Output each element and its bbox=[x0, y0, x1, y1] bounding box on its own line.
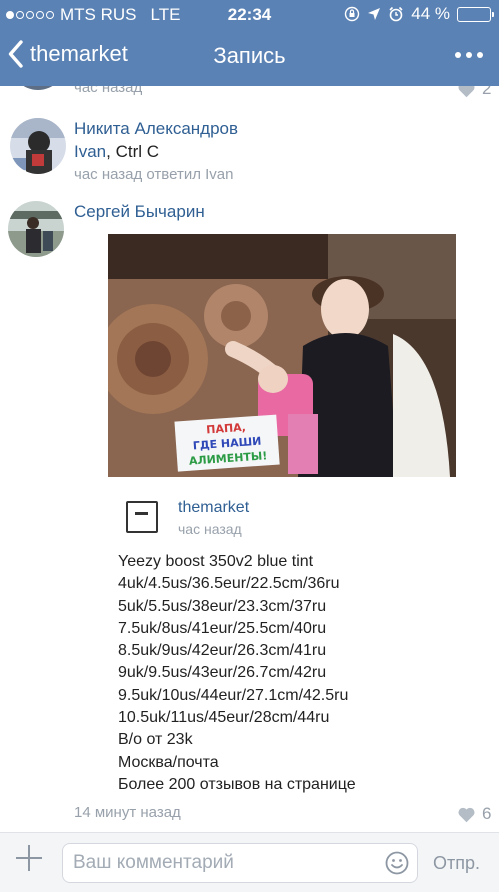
back-label: themarket bbox=[30, 41, 128, 66]
repost-line: 5uk/5.5us/38eur/23.3cm/37ru bbox=[118, 597, 327, 615]
comment-author[interactable]: Никита Александров bbox=[74, 119, 238, 139]
like-button[interactable]: 6 bbox=[457, 804, 491, 824]
like-heart-icon bbox=[458, 807, 475, 822]
repost-line: Yeezy boost 350v2 blue tint bbox=[118, 553, 314, 570]
avatar[interactable] bbox=[8, 201, 64, 257]
mention-link[interactable]: Ivan bbox=[74, 142, 106, 161]
back-button[interactable]: themarket bbox=[8, 40, 128, 68]
comment-time: 14 минут назад bbox=[74, 804, 181, 821]
comment-input[interactable] bbox=[62, 843, 418, 883]
battery-percent: 44 % bbox=[411, 4, 450, 23]
status-right: 44 % bbox=[344, 4, 494, 24]
repost-line: 4uk/4.5us/36.5eur/22.5cm/36ru bbox=[118, 575, 340, 593]
repost-line: 9.5uk/10us/44eur/27.1cm/42.5ru bbox=[118, 686, 349, 704]
like-button[interactable]: 2 bbox=[457, 86, 491, 99]
repost-line: 9uk/9.5us/43eur/26.7cm/42ru bbox=[118, 664, 327, 682]
comments-feed[interactable]: час назад 2 Никита Александров Ivan, Ctr… bbox=[0, 86, 499, 832]
comment-composer: Отпр. bbox=[0, 832, 499, 892]
comment-photo[interactable]: ПАПА, ГДЕ НАШИ АЛИМЕНТЫ! bbox=[108, 234, 456, 477]
comment-author[interactable]: Сергей Бычарин bbox=[74, 202, 205, 222]
navigation-bar: themarket Запись bbox=[0, 28, 499, 86]
repost-line: Более 200 отзывов на странице bbox=[118, 775, 356, 793]
like-count: 6 bbox=[482, 804, 492, 823]
repost-line: В/о от 23k bbox=[118, 731, 193, 749]
repost-line: 10.5uk/11us/45eur/28cm/44ru bbox=[118, 709, 330, 727]
comment-body: , Ctrl C bbox=[106, 142, 160, 161]
rotation-lock-icon bbox=[345, 6, 360, 22]
repost-line: 7.5uk/8us/41eur/25.5cm/40ru bbox=[118, 619, 327, 637]
avatar[interactable] bbox=[10, 86, 66, 90]
repost-source-icon[interactable] bbox=[126, 501, 158, 533]
repost-line: 8.5uk/9us/42eur/26.3cm/41ru bbox=[118, 642, 327, 660]
repost-source[interactable]: themarket bbox=[178, 499, 249, 517]
repost-time: час назад bbox=[178, 521, 242, 537]
status-bar: MTS RUS LTE 22:34 44 % bbox=[0, 0, 499, 28]
like-count: 2 bbox=[482, 86, 492, 98]
back-chevron-icon bbox=[8, 40, 23, 68]
emoji-icon[interactable] bbox=[385, 851, 409, 875]
avatar[interactable] bbox=[10, 118, 66, 174]
location-icon bbox=[368, 8, 381, 20]
more-icon[interactable] bbox=[455, 52, 483, 58]
alarm-icon bbox=[389, 6, 403, 22]
plus-icon[interactable] bbox=[16, 845, 42, 871]
battery-icon bbox=[457, 6, 494, 22]
comment-time: час назад bbox=[74, 86, 143, 96]
repost-line: Москва/почта bbox=[118, 753, 219, 771]
photo-sign-line: ПАПА, bbox=[206, 421, 246, 437]
comment-text: Ivan, Ctrl C bbox=[74, 142, 159, 162]
send-button[interactable]: Отпр. bbox=[433, 853, 480, 874]
repost-text: Yeezy boost 350v2 blue tint 4uk/4.5us/36… bbox=[118, 551, 356, 796]
comment-time: час назад ответил Ivan bbox=[74, 166, 234, 183]
like-heart-icon bbox=[458, 86, 475, 97]
